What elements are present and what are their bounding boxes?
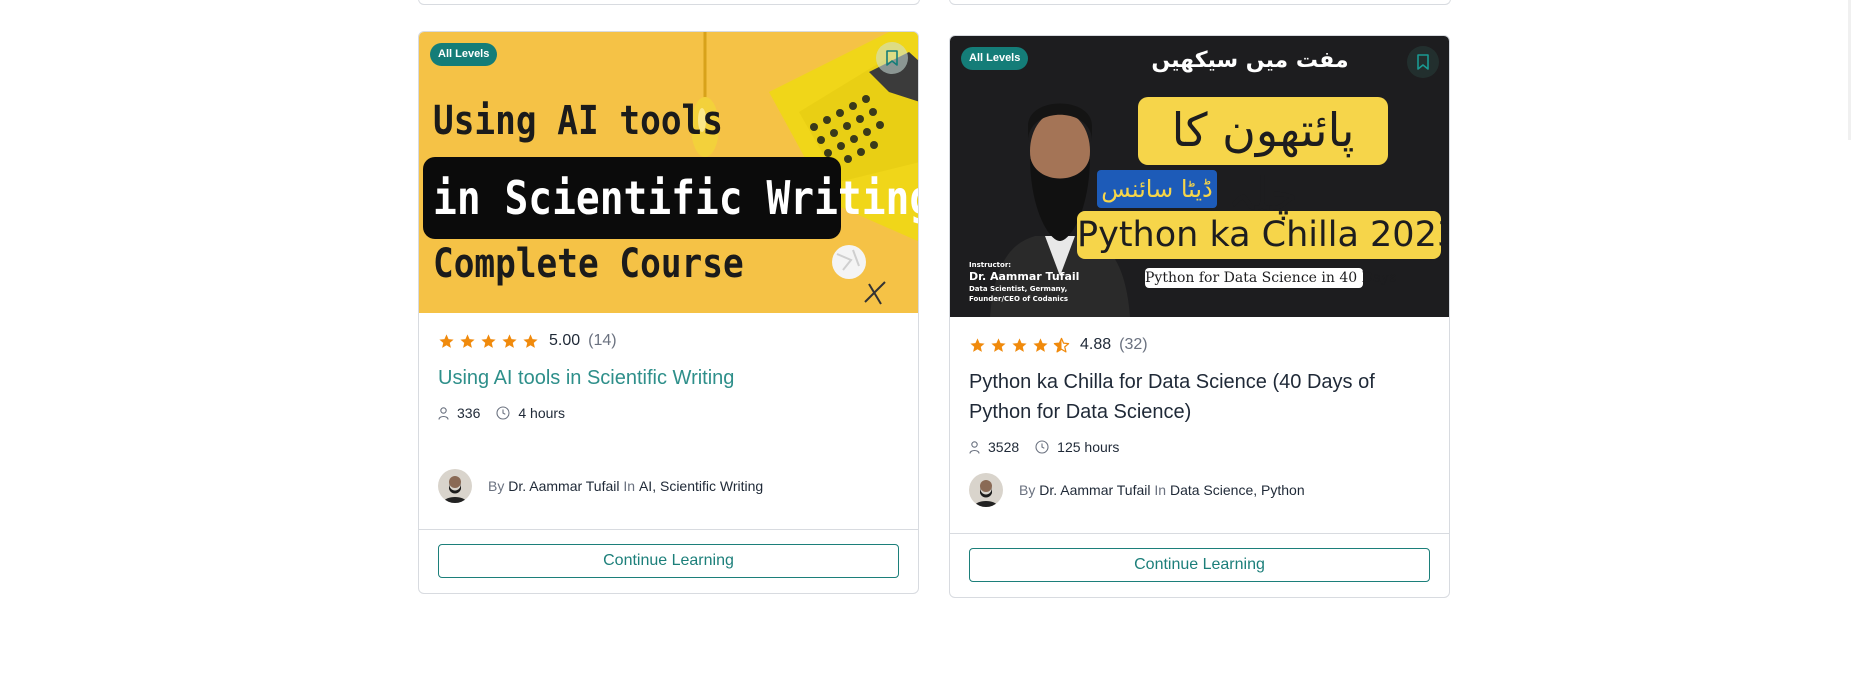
students-value: 3528 xyxy=(988,439,1020,455)
user-icon xyxy=(438,406,449,420)
category-link[interactable]: AI xyxy=(639,478,652,494)
continue-learning-button[interactable]: Continue Learning xyxy=(969,548,1430,582)
star-half-icon xyxy=(1053,337,1070,353)
star-icon xyxy=(1033,337,1048,352)
instructor-caption: Instructor: Dr. Aammar Tufail Data Scien… xyxy=(969,261,1079,304)
students-value: 336 xyxy=(457,405,481,421)
thumbnail-subtitle: Python for Data Science in 40 Days xyxy=(1145,270,1397,286)
user-icon xyxy=(969,440,980,454)
rating-value: 4.88 xyxy=(1080,336,1112,353)
instructor-role: Data Scientist, Germany, xyxy=(969,285,1068,293)
bookmark-button[interactable] xyxy=(876,42,908,74)
star-icon xyxy=(439,333,454,348)
star-icon xyxy=(523,333,538,348)
star-rating xyxy=(438,333,539,350)
author-by-label: By xyxy=(488,478,505,494)
category-link[interactable]: Python xyxy=(1261,482,1305,498)
course-grid: Using AI tools in Scientific Writing Com… xyxy=(0,0,1851,686)
author-name-link[interactable]: Dr. Aammar Tufail xyxy=(1039,482,1150,498)
course-meta: 3528 125 hours xyxy=(969,439,1430,455)
bookmark-button[interactable] xyxy=(1407,46,1439,78)
rating-count: (32) xyxy=(1119,336,1148,353)
bookmark-icon xyxy=(1417,54,1429,70)
author-in-label: In xyxy=(623,478,636,494)
level-badge: All Levels xyxy=(430,43,498,66)
thumbnail-line1: Using AI tools xyxy=(433,98,723,144)
continue-learning-button[interactable]: Continue Learning xyxy=(438,544,899,578)
thumbnail-line2: in Scientific Writing xyxy=(433,171,918,225)
rating-count: (14) xyxy=(588,332,617,349)
author-in-label: In xyxy=(1154,482,1167,498)
paper-ball-icon xyxy=(832,245,866,279)
students-count: 3528 xyxy=(969,439,1019,455)
thumbnail-line3: Complete Course xyxy=(433,241,744,287)
thumbnail-english-title: Python ka Chilla 2023 xyxy=(1077,215,1449,255)
course-thumbnail[interactable]: Using AI tools in Scientific Writing Com… xyxy=(419,32,918,313)
star-icon xyxy=(991,337,1006,352)
category-link[interactable]: Data Science xyxy=(1170,482,1253,498)
instructor-role: Founder/CEO of Codanics xyxy=(969,295,1069,303)
course-title-link[interactable]: Python ka Chilla for Data Science (40 Da… xyxy=(969,367,1430,427)
star-icon xyxy=(1012,337,1027,352)
avatar[interactable] xyxy=(438,469,472,503)
level-badge: All Levels xyxy=(961,47,1029,70)
star-icon xyxy=(970,337,985,352)
course-title-link[interactable]: Using AI tools in Scientific Writing xyxy=(438,363,899,393)
star-icon xyxy=(481,333,496,348)
author-row: By Dr. Aammar Tufail In Data Science, Py… xyxy=(969,473,1430,507)
clock-icon xyxy=(1035,440,1049,454)
card-footer: Continue Learning xyxy=(950,533,1449,596)
course-thumbnail[interactable]: مفت میں سیکھیں پائتھون کا چلہ ڈیٹا سائنس… xyxy=(950,36,1449,317)
star-rating xyxy=(969,337,1070,354)
author-by-label: By xyxy=(1019,482,1036,498)
rating-value: 5.00 xyxy=(549,332,581,349)
author-row: By Dr. Aammar Tufail In AI, Scientific W… xyxy=(438,469,899,503)
category-link[interactable]: Scientific Writing xyxy=(660,478,763,494)
course-meta: 336 4 hours xyxy=(438,405,899,421)
clock-icon xyxy=(496,406,510,420)
duration-value: 125 hours xyxy=(1057,439,1120,455)
star-icon xyxy=(460,333,475,348)
instructor-name: Dr. Aammar Tufail xyxy=(969,270,1080,283)
avatar[interactable] xyxy=(969,473,1003,507)
author-name-link[interactable]: Dr. Aammar Tufail xyxy=(508,478,619,494)
previous-card-edge xyxy=(418,0,920,5)
star-icon xyxy=(502,333,517,348)
course-card[interactable]: مفت میں سیکھیں پائتھون کا چلہ ڈیٹا سائنس… xyxy=(949,35,1450,598)
thumbnail-urdu-title: پائتھون کا چلہ xyxy=(1171,103,1355,221)
course-card[interactable]: Using AI tools in Scientific Writing Com… xyxy=(418,31,919,594)
instructor-label: Instructor: xyxy=(969,261,1012,269)
thumbnail-urdu-sub: ڈیٹا سائنس xyxy=(1101,175,1213,203)
previous-card-edge xyxy=(949,0,1451,5)
course-duration: 125 hours xyxy=(1035,439,1119,455)
card-footer: Continue Learning xyxy=(419,529,918,592)
duration-value: 4 hours xyxy=(518,405,566,421)
course-duration: 4 hours xyxy=(496,405,565,421)
bookmark-icon xyxy=(886,50,898,66)
students-count: 336 xyxy=(438,405,480,421)
rating-row: 5.00 (14) xyxy=(438,331,899,351)
thumbnail-urdu-top: مفت میں سیکھیں xyxy=(1151,48,1349,73)
rating-row: 4.88 (32) xyxy=(969,335,1430,355)
